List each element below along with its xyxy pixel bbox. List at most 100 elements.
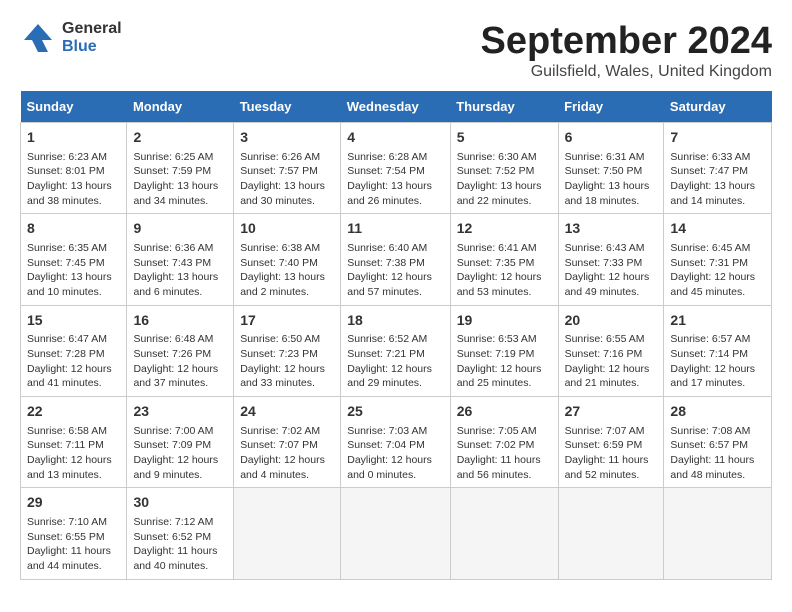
calendar-cell: 27Sunrise: 7:07 AM Sunset: 6:59 PM Dayli… — [558, 397, 664, 488]
calendar-cell — [341, 488, 450, 579]
day-number: 27 — [565, 402, 658, 422]
day-info: Sunrise: 7:05 AM Sunset: 7:02 PM Dayligh… — [457, 424, 552, 483]
calendar-cell — [450, 488, 558, 579]
day-info: Sunrise: 6:41 AM Sunset: 7:35 PM Dayligh… — [457, 241, 552, 300]
day-number: 5 — [457, 128, 552, 148]
day-number: 9 — [133, 219, 227, 239]
day-info: Sunrise: 7:03 AM Sunset: 7:04 PM Dayligh… — [347, 424, 443, 483]
day-number: 24 — [240, 402, 334, 422]
header: General Blue September 2024 Guilsfield, … — [20, 20, 772, 81]
calendar-cell: 8Sunrise: 6:35 AM Sunset: 7:45 PM Daylig… — [21, 214, 127, 305]
calendar-cell: 18Sunrise: 6:52 AM Sunset: 7:21 PM Dayli… — [341, 305, 450, 396]
day-info: Sunrise: 7:12 AM Sunset: 6:52 PM Dayligh… — [133, 515, 227, 574]
calendar-cell: 15Sunrise: 6:47 AM Sunset: 7:28 PM Dayli… — [21, 305, 127, 396]
logo-general-text: General — [62, 20, 122, 38]
day-info: Sunrise: 6:52 AM Sunset: 7:21 PM Dayligh… — [347, 332, 443, 391]
day-info: Sunrise: 6:25 AM Sunset: 7:59 PM Dayligh… — [133, 150, 227, 209]
calendar-cell: 11Sunrise: 6:40 AM Sunset: 7:38 PM Dayli… — [341, 214, 450, 305]
calendar-cell: 1Sunrise: 6:23 AM Sunset: 8:01 PM Daylig… — [21, 123, 127, 214]
calendar-cell: 14Sunrise: 6:45 AM Sunset: 7:31 PM Dayli… — [664, 214, 772, 305]
day-info: Sunrise: 6:38 AM Sunset: 7:40 PM Dayligh… — [240, 241, 334, 300]
location-title: Guilsfield, Wales, United Kingdom — [481, 63, 773, 81]
day-info: Sunrise: 6:30 AM Sunset: 7:52 PM Dayligh… — [457, 150, 552, 209]
calendar-cell: 26Sunrise: 7:05 AM Sunset: 7:02 PM Dayli… — [450, 397, 558, 488]
day-info: Sunrise: 6:47 AM Sunset: 7:28 PM Dayligh… — [27, 332, 120, 391]
day-number: 7 — [670, 128, 765, 148]
title-section: September 2024 Guilsfield, Wales, United… — [481, 20, 773, 81]
day-number: 12 — [457, 219, 552, 239]
day-number: 19 — [457, 311, 552, 331]
day-info: Sunrise: 7:08 AM Sunset: 6:57 PM Dayligh… — [670, 424, 765, 483]
calendar-cell: 13Sunrise: 6:43 AM Sunset: 7:33 PM Dayli… — [558, 214, 664, 305]
calendar-cell: 28Sunrise: 7:08 AM Sunset: 6:57 PM Dayli… — [664, 397, 772, 488]
day-number: 3 — [240, 128, 334, 148]
day-info: Sunrise: 6:43 AM Sunset: 7:33 PM Dayligh… — [565, 241, 658, 300]
header-day-thursday: Thursday — [450, 91, 558, 123]
day-info: Sunrise: 7:10 AM Sunset: 6:55 PM Dayligh… — [27, 515, 120, 574]
day-number: 26 — [457, 402, 552, 422]
day-number: 2 — [133, 128, 227, 148]
day-number: 4 — [347, 128, 443, 148]
calendar-body: 1Sunrise: 6:23 AM Sunset: 8:01 PM Daylig… — [21, 123, 772, 580]
calendar-cell: 24Sunrise: 7:02 AM Sunset: 7:07 PM Dayli… — [234, 397, 341, 488]
day-info: Sunrise: 6:40 AM Sunset: 7:38 PM Dayligh… — [347, 241, 443, 300]
calendar-week-5: 29Sunrise: 7:10 AM Sunset: 6:55 PM Dayli… — [21, 488, 772, 579]
logo: General Blue — [20, 20, 122, 56]
calendar-cell: 29Sunrise: 7:10 AM Sunset: 6:55 PM Dayli… — [21, 488, 127, 579]
day-info: Sunrise: 6:26 AM Sunset: 7:57 PM Dayligh… — [240, 150, 334, 209]
day-info: Sunrise: 6:48 AM Sunset: 7:26 PM Dayligh… — [133, 332, 227, 391]
day-number: 20 — [565, 311, 658, 331]
calendar-cell: 7Sunrise: 6:33 AM Sunset: 7:47 PM Daylig… — [664, 123, 772, 214]
day-number: 14 — [670, 219, 765, 239]
day-info: Sunrise: 7:07 AM Sunset: 6:59 PM Dayligh… — [565, 424, 658, 483]
day-info: Sunrise: 6:33 AM Sunset: 7:47 PM Dayligh… — [670, 150, 765, 209]
calendar-cell: 2Sunrise: 6:25 AM Sunset: 7:59 PM Daylig… — [127, 123, 234, 214]
day-info: Sunrise: 6:31 AM Sunset: 7:50 PM Dayligh… — [565, 150, 658, 209]
day-number: 11 — [347, 219, 443, 239]
header-day-sunday: Sunday — [21, 91, 127, 123]
calendar-week-3: 15Sunrise: 6:47 AM Sunset: 7:28 PM Dayli… — [21, 305, 772, 396]
day-number: 1 — [27, 128, 120, 148]
header-day-wednesday: Wednesday — [341, 91, 450, 123]
day-info: Sunrise: 7:02 AM Sunset: 7:07 PM Dayligh… — [240, 424, 334, 483]
logo-icon — [20, 20, 56, 56]
day-number: 21 — [670, 311, 765, 331]
calendar-cell: 9Sunrise: 6:36 AM Sunset: 7:43 PM Daylig… — [127, 214, 234, 305]
calendar-cell: 16Sunrise: 6:48 AM Sunset: 7:26 PM Dayli… — [127, 305, 234, 396]
day-info: Sunrise: 6:55 AM Sunset: 7:16 PM Dayligh… — [565, 332, 658, 391]
calendar-header: SundayMondayTuesdayWednesdayThursdayFrid… — [21, 91, 772, 123]
calendar-cell: 23Sunrise: 7:00 AM Sunset: 7:09 PM Dayli… — [127, 397, 234, 488]
calendar-cell: 22Sunrise: 6:58 AM Sunset: 7:11 PM Dayli… — [21, 397, 127, 488]
month-title: September 2024 — [481, 20, 773, 63]
day-info: Sunrise: 6:36 AM Sunset: 7:43 PM Dayligh… — [133, 241, 227, 300]
day-info: Sunrise: 6:35 AM Sunset: 7:45 PM Dayligh… — [27, 241, 120, 300]
calendar-cell: 12Sunrise: 6:41 AM Sunset: 7:35 PM Dayli… — [450, 214, 558, 305]
day-info: Sunrise: 6:28 AM Sunset: 7:54 PM Dayligh… — [347, 150, 443, 209]
calendar-cell — [664, 488, 772, 579]
day-number: 17 — [240, 311, 334, 331]
calendar-cell: 19Sunrise: 6:53 AM Sunset: 7:19 PM Dayli… — [450, 305, 558, 396]
day-info: Sunrise: 6:53 AM Sunset: 7:19 PM Dayligh… — [457, 332, 552, 391]
calendar-cell: 4Sunrise: 6:28 AM Sunset: 7:54 PM Daylig… — [341, 123, 450, 214]
day-number: 13 — [565, 219, 658, 239]
day-number: 10 — [240, 219, 334, 239]
calendar-cell — [234, 488, 341, 579]
calendar-week-2: 8Sunrise: 6:35 AM Sunset: 7:45 PM Daylig… — [21, 214, 772, 305]
calendar-week-1: 1Sunrise: 6:23 AM Sunset: 8:01 PM Daylig… — [21, 123, 772, 214]
header-row: SundayMondayTuesdayWednesdayThursdayFrid… — [21, 91, 772, 123]
day-info: Sunrise: 6:23 AM Sunset: 8:01 PM Dayligh… — [27, 150, 120, 209]
day-number: 28 — [670, 402, 765, 422]
logo-text: General Blue — [62, 20, 122, 55]
day-info: Sunrise: 7:00 AM Sunset: 7:09 PM Dayligh… — [133, 424, 227, 483]
header-day-friday: Friday — [558, 91, 664, 123]
calendar-cell: 21Sunrise: 6:57 AM Sunset: 7:14 PM Dayli… — [664, 305, 772, 396]
calendar-cell — [558, 488, 664, 579]
header-day-monday: Monday — [127, 91, 234, 123]
calendar-cell: 17Sunrise: 6:50 AM Sunset: 7:23 PM Dayli… — [234, 305, 341, 396]
day-number: 6 — [565, 128, 658, 148]
calendar-cell: 10Sunrise: 6:38 AM Sunset: 7:40 PM Dayli… — [234, 214, 341, 305]
day-info: Sunrise: 6:58 AM Sunset: 7:11 PM Dayligh… — [27, 424, 120, 483]
day-number: 29 — [27, 493, 120, 513]
day-number: 8 — [27, 219, 120, 239]
day-number: 18 — [347, 311, 443, 331]
